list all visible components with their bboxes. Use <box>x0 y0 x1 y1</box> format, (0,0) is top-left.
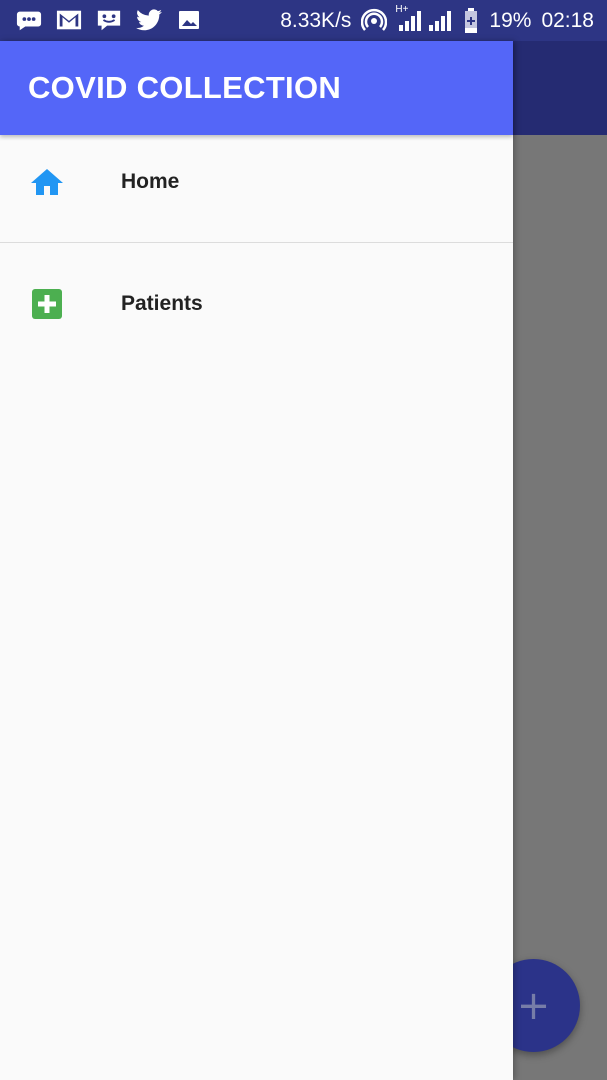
image-icon <box>176 8 202 32</box>
chat-icon <box>96 8 122 32</box>
status-bar: 8.33K/s H+ 19% 02:18 <box>0 0 607 41</box>
nav-item-patients[interactable]: Patients <box>0 257 513 351</box>
status-indicators: 8.33K/s H+ 19% 02:18 <box>280 0 594 41</box>
gmail-icon <box>56 8 82 32</box>
clock: 02:18 <box>541 8 594 32</box>
navigation-drawer: COVID COLLECTION Home Patients <box>0 41 513 1080</box>
drawer-title: COVID COLLECTION <box>28 70 342 105</box>
twitter-icon <box>136 8 162 32</box>
message-icon <box>16 8 42 32</box>
nav-item-label: Home <box>121 170 180 193</box>
add-icon: + <box>516 982 551 1029</box>
battery-percent: 19% <box>489 8 532 32</box>
signal-indicator: H+ <box>395 4 453 32</box>
battery-icon <box>463 7 479 33</box>
signal-icon-2 <box>429 10 452 31</box>
app-bar-dimmed <box>513 41 607 135</box>
drawer-scrim[interactable] <box>513 41 607 1080</box>
drawer-header: COVID COLLECTION <box>0 41 513 135</box>
plus-box-icon <box>30 287 64 321</box>
nav-item-label: Patients <box>121 292 203 315</box>
divider <box>0 242 513 243</box>
network-speed: 8.33K/s <box>280 8 352 32</box>
nav-item-home[interactable]: Home <box>0 135 513 229</box>
notification-icons <box>16 8 202 32</box>
network-type: H+ <box>395 3 409 15</box>
hotspot-icon <box>361 8 388 33</box>
home-icon <box>30 165 64 199</box>
